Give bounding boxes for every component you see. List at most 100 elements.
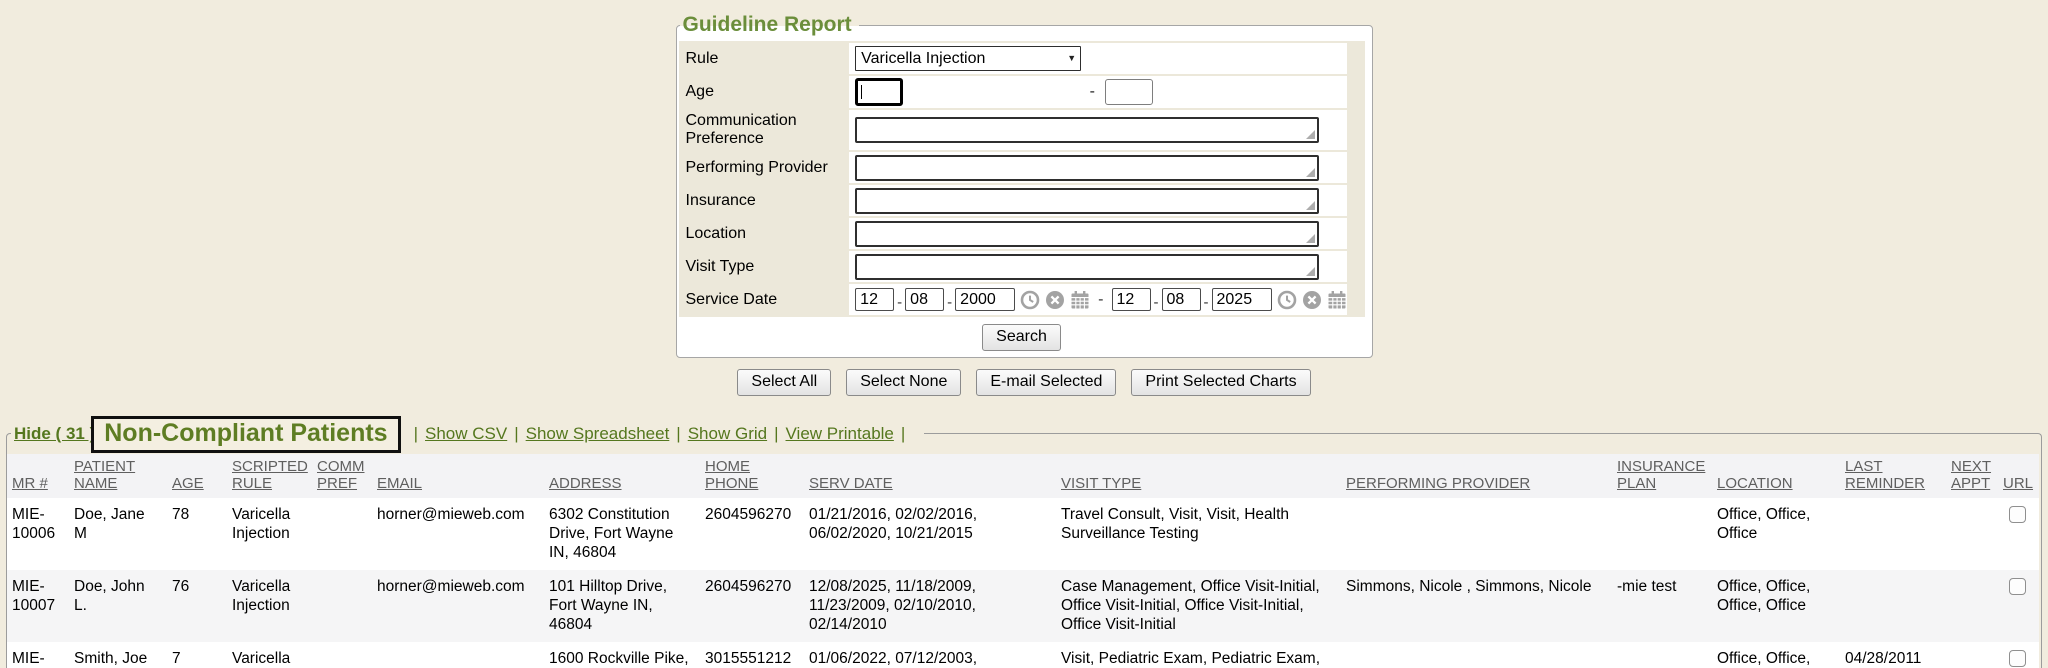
column-header[interactable]: VISIT TYPE <box>1056 454 1341 498</box>
show-csv-link[interactable]: Show CSV <box>425 424 507 444</box>
insurance-input[interactable] <box>855 188 1319 214</box>
date-range-separator: - <box>1098 291 1103 309</box>
column-header[interactable]: HOMEPHONE <box>700 454 804 498</box>
table-cell: MIE-10061 <box>7 642 69 668</box>
age-from-input[interactable] <box>855 78 903 106</box>
column-header[interactable]: ADDRESS <box>544 454 700 498</box>
table-cell <box>1840 570 1946 642</box>
table-cell: Varicella Injection <box>227 570 312 642</box>
url-cell <box>1998 498 2039 570</box>
service-date-from-year-input[interactable] <box>955 288 1015 311</box>
action-bar: Select All Select None E-mail Selected P… <box>0 369 2048 396</box>
table-cell: Smith, Joe <box>69 642 167 668</box>
performing-provider-input[interactable] <box>855 155 1319 181</box>
column-header[interactable]: MR # <box>7 454 69 498</box>
guideline-report-panel: Guideline Report Rule Varicella Injectio… <box>676 13 1373 358</box>
show-spreadsheet-link[interactable]: Show Spreadsheet <box>526 424 670 444</box>
column-header[interactable]: EMAIL <box>372 454 544 498</box>
table-cell: Simmons, Nicole , Simmons, Nicole <box>1341 570 1612 642</box>
table-row: MIE-10061Smith, Joe7Varicella Injection1… <box>7 642 2039 668</box>
table-cell: -mie test <box>1612 570 1712 642</box>
column-header[interactable]: NEXTAPPT <box>1946 454 1998 498</box>
select-none-button[interactable]: Select None <box>846 369 961 396</box>
guideline-report-page: Guideline Report Rule Varicella Injectio… <box>0 0 2048 668</box>
table-cell: horner@mieweb.com <box>372 570 544 642</box>
table-cell <box>1612 642 1712 668</box>
age-to-input[interactable] <box>1105 79 1153 105</box>
clear-icon[interactable] <box>1302 290 1322 310</box>
column-header[interactable]: SCRIPTEDRULE <box>227 454 312 498</box>
table-cell: Travel Consult, Visit, Visit, Health Sur… <box>1056 498 1341 570</box>
calendar-icon[interactable] <box>1327 290 1347 310</box>
email-selected-button[interactable]: E-mail Selected <box>976 369 1116 396</box>
calendar-icon[interactable] <box>1070 290 1090 310</box>
table-cell: Doe, Jane M <box>69 498 167 570</box>
row-select-checkbox[interactable] <box>2009 506 2026 523</box>
hide-link[interactable]: Hide ( 31 ) <box>14 424 95 444</box>
table-row: MIE-10007Doe, John L.76Varicella Injecti… <box>7 570 2039 642</box>
communication-preference-row: Communication Preference <box>679 110 1347 150</box>
date-part-separator: - <box>1204 294 1209 311</box>
location-row: Location <box>679 218 1347 249</box>
show-grid-link[interactable]: Show Grid <box>688 424 767 444</box>
column-header[interactable]: URL <box>1998 454 2039 498</box>
table-cell: 7 <box>167 642 227 668</box>
communication-preference-label: Communication Preference <box>679 110 850 150</box>
service-date-from-day-input[interactable] <box>905 288 944 311</box>
clock-icon[interactable] <box>1020 290 1040 310</box>
link-separator: | <box>676 424 680 444</box>
service-date-to-day-input[interactable] <box>1162 288 1201 311</box>
table-cell: 01/21/2016, 02/02/2016, 06/02/2020, 10/2… <box>804 498 1056 570</box>
service-date-from-month-input[interactable] <box>855 288 894 311</box>
column-header[interactable]: PERFORMING PROVIDER <box>1341 454 1612 498</box>
performing-provider-row: Performing Provider <box>679 152 1347 183</box>
table-cell <box>1612 498 1712 570</box>
table-cell: horner@mieweb.com <box>372 498 544 570</box>
service-date-row: Service Date - - <box>679 284 1347 315</box>
results-legend: Hide ( 31 ) Non-Compliant Patients | Sho… <box>11 417 924 451</box>
location-input[interactable] <box>855 221 1319 247</box>
visit-type-label: Visit Type <box>679 251 850 282</box>
table-cell: MIE-10007 <box>7 570 69 642</box>
column-header[interactable]: PATIENTNAME <box>69 454 167 498</box>
table-cell: 12/08/2025, 11/18/2009, 11/23/2009, 02/1… <box>804 570 1056 642</box>
column-header[interactable]: LASTREMINDER <box>1840 454 1946 498</box>
table-cell: Case Management, Office Visit-Initial, O… <box>1056 570 1341 642</box>
table-cell <box>1840 498 1946 570</box>
results-title: Non-Compliant Patients <box>91 416 400 453</box>
table-cell: 101 Hilltop Drive, Fort Wayne IN, 46804 <box>544 570 700 642</box>
table-cell: 2604596270 <box>700 498 804 570</box>
visit-type-input[interactable] <box>855 254 1319 280</box>
select-all-button[interactable]: Select All <box>737 369 831 396</box>
table-cell: MIE-10006 <box>7 498 69 570</box>
column-header[interactable]: LOCATION <box>1712 454 1840 498</box>
age-label: Age <box>679 76 850 108</box>
clear-icon[interactable] <box>1045 290 1065 310</box>
column-header[interactable]: COMMPREF <box>312 454 372 498</box>
service-date-to-month-input[interactable] <box>1112 288 1151 311</box>
row-select-checkbox[interactable] <box>2009 650 2026 667</box>
table-row: MIE-10006Doe, Jane M78Varicella Injectio… <box>7 498 2039 570</box>
column-header[interactable]: INSURANCEPLAN <box>1612 454 1712 498</box>
column-header[interactable]: AGE <box>167 454 227 498</box>
row-select-checkbox[interactable] <box>2009 578 2026 595</box>
table-cell: Varicella Injection <box>227 642 312 668</box>
service-date-to-year-input[interactable] <box>1212 288 1272 311</box>
table-cell: 78 <box>167 498 227 570</box>
search-button[interactable]: Search <box>982 324 1061 351</box>
service-date-label: Service Date <box>679 284 850 315</box>
table-cell <box>312 642 372 668</box>
communication-preference-input[interactable] <box>855 117 1319 143</box>
age-range-separator: - <box>1090 83 1095 100</box>
url-cell <box>1998 642 2039 668</box>
table-cell: Office, Office, Office, Office <box>1712 570 1840 642</box>
rule-select[interactable]: Varicella Injection <box>855 46 1081 71</box>
print-selected-charts-button[interactable]: Print Selected Charts <box>1131 369 1310 396</box>
view-printable-link[interactable]: View Printable <box>786 424 894 444</box>
table-cell: 04/28/2011 <box>1840 642 1946 668</box>
column-header[interactable]: SERV DATE <box>804 454 1056 498</box>
table-cell: Office, Office, Office <box>1712 498 1840 570</box>
clock-icon[interactable] <box>1277 290 1297 310</box>
results-table: MR #PATIENTNAMEAGESCRIPTEDRULECOMMPREFEM… <box>7 454 2039 668</box>
insurance-row: Insurance <box>679 185 1347 216</box>
